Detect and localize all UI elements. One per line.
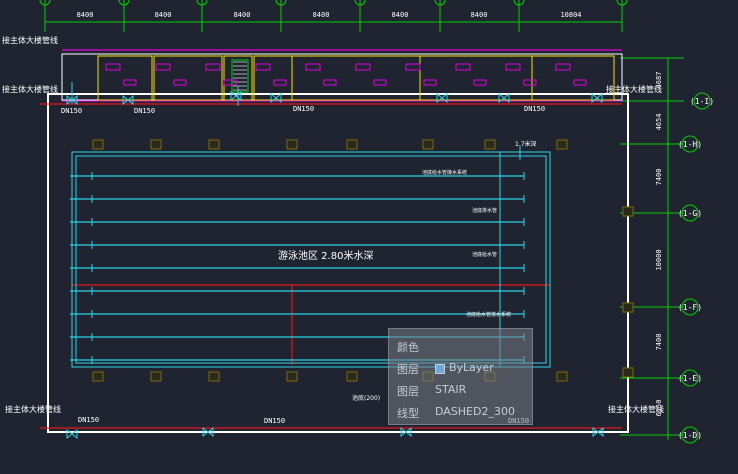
- tooltip-key-linetype: 线型: [397, 407, 419, 420]
- stair-box: [231, 59, 249, 93]
- dn150-label-4: DN150: [524, 105, 545, 113]
- floor-plan-drawing[interactable]: 8400 8400 8400 8400 8400 8400 10804 4687…: [0, 0, 738, 474]
- column-top-7: [556, 139, 568, 150]
- column-bottom-1: [150, 371, 162, 382]
- column-top-2: [208, 139, 220, 150]
- pool-title: 游泳池区 2.80米水深: [278, 249, 373, 262]
- column-top-6: [484, 139, 496, 150]
- main-pipe-label-top-left: 接主体大楼管线: [2, 35, 58, 45]
- lane-annotation-4: 池底给水管接水系统: [466, 311, 511, 318]
- dn150-label-1: DN150: [61, 107, 82, 115]
- outer-wall: [47, 93, 629, 433]
- right-dim-4: 10000: [655, 249, 663, 270]
- main-pipe-label-bottom-left: 接主体大楼管线: [5, 404, 61, 414]
- column-bottom-7: [556, 371, 568, 382]
- tooltip-val-layer-1: ByLayer: [449, 361, 494, 374]
- tooltip-val-layer-2: STAIR: [435, 383, 467, 396]
- svg-text:(1-D): (1-D): [678, 431, 702, 440]
- fixture-b-9: [573, 79, 587, 86]
- fixture-8: [505, 63, 521, 71]
- fixture-2: [205, 63, 221, 71]
- dim-text-5: 8400: [392, 11, 409, 19]
- fixture-4: [305, 63, 321, 71]
- axis-tag-3[interactable]: (1-G): [678, 204, 702, 222]
- dn150-label-3: DN150: [293, 105, 314, 113]
- fixture-b-0: [123, 79, 137, 86]
- main-pipe-label-bottom-right: 接主体大楼管线: [608, 404, 664, 414]
- dim-text-1: 8400: [77, 11, 94, 19]
- layer-color-swatch: [435, 364, 445, 374]
- fixture-0: [105, 63, 121, 71]
- axis-tag-6[interactable]: (1-D): [678, 426, 702, 444]
- small-note: 1.7米深: [515, 140, 537, 148]
- lane-annotation-1: 池底给水管接水系统: [422, 169, 467, 176]
- lane-annotation-2: 池底排水管: [472, 207, 497, 214]
- right-dim-2: 4654: [655, 114, 663, 131]
- column-bottom-3: [286, 371, 298, 382]
- dim-text-7: 10804: [560, 11, 581, 19]
- fixture-b-2: [223, 79, 237, 86]
- dn150-label-2: DN150: [134, 107, 155, 115]
- dim-text-3: 8400: [234, 11, 251, 19]
- dn150-label-5: DN150: [78, 416, 99, 424]
- dim-text-6: 8400: [471, 11, 488, 19]
- dim-text-4: 8400: [313, 11, 330, 19]
- tooltip-key-layer-2: 图层: [397, 385, 419, 398]
- fixture-3: [255, 63, 271, 71]
- fixture-7: [455, 63, 471, 71]
- pool-note: 池底(200): [352, 394, 380, 402]
- fixture-b-3: [273, 79, 287, 86]
- svg-text:(1-H): (1-H): [678, 140, 702, 149]
- column-bottom-4: [346, 371, 358, 382]
- axis-tag-4[interactable]: (1-F): [678, 298, 702, 316]
- dn150-label-6: DN150: [264, 417, 285, 425]
- svg-text:(1-E): (1-E): [678, 374, 702, 383]
- fixture-b-6: [423, 79, 437, 86]
- fixture-1: [155, 63, 171, 71]
- main-pipe-label-mid-right: 接主体大楼管线: [606, 84, 662, 94]
- fixture-b-1: [173, 79, 187, 86]
- column-side-1: [622, 302, 634, 313]
- fixture-b-7: [473, 79, 487, 86]
- fixture-b-5: [373, 79, 387, 86]
- axis-tag-2[interactable]: (1-H): [678, 135, 702, 153]
- column-bottom-0: [92, 371, 104, 382]
- fixture-b-8: [523, 79, 537, 86]
- fixture-5: [355, 63, 371, 71]
- main-pipe-label-mid-left: 接主体大楼管线: [2, 84, 58, 94]
- cad-canvas[interactable]: 8400 8400 8400 8400 8400 8400 10804 4687…: [0, 0, 738, 474]
- svg-text:(1-G): (1-G): [678, 209, 702, 218]
- fixture-9: [555, 63, 571, 71]
- tooltip-key-color: 颜色: [397, 341, 419, 354]
- right-dim-5: 7400: [655, 334, 663, 351]
- svg-text:(1-F): (1-F): [678, 303, 702, 312]
- column-bottom-2: [208, 371, 220, 382]
- column-side-2: [622, 367, 634, 378]
- property-tooltip: 颜色 图层 ByLayer 图层 STAIR 线型 DASHED2_300: [388, 328, 533, 425]
- column-top-1: [150, 139, 162, 150]
- axis-tag-1[interactable]: (1-I): [690, 92, 714, 110]
- column-top-5: [422, 139, 434, 150]
- top-dimension-line: [39, 0, 628, 32]
- fixture-b-4: [323, 79, 337, 86]
- column-top-0: [92, 139, 104, 150]
- right-dimension-line: [620, 57, 684, 440]
- fixture-6: [405, 63, 421, 71]
- column-side-0: [622, 206, 634, 217]
- axis-tag-5[interactable]: (1-E): [678, 369, 702, 387]
- right-dim-3: 7400: [655, 169, 663, 186]
- lane-annotation-3: 池底给水管: [472, 251, 497, 258]
- tooltip-val-linetype: DASHED2_300: [435, 405, 515, 418]
- dim-text-2: 8400: [155, 11, 172, 19]
- column-top-4: [346, 139, 358, 150]
- tooltip-key-layer-1: 图层: [397, 363, 419, 376]
- svg-text:(1-I): (1-I): [690, 97, 714, 106]
- column-top-3: [286, 139, 298, 150]
